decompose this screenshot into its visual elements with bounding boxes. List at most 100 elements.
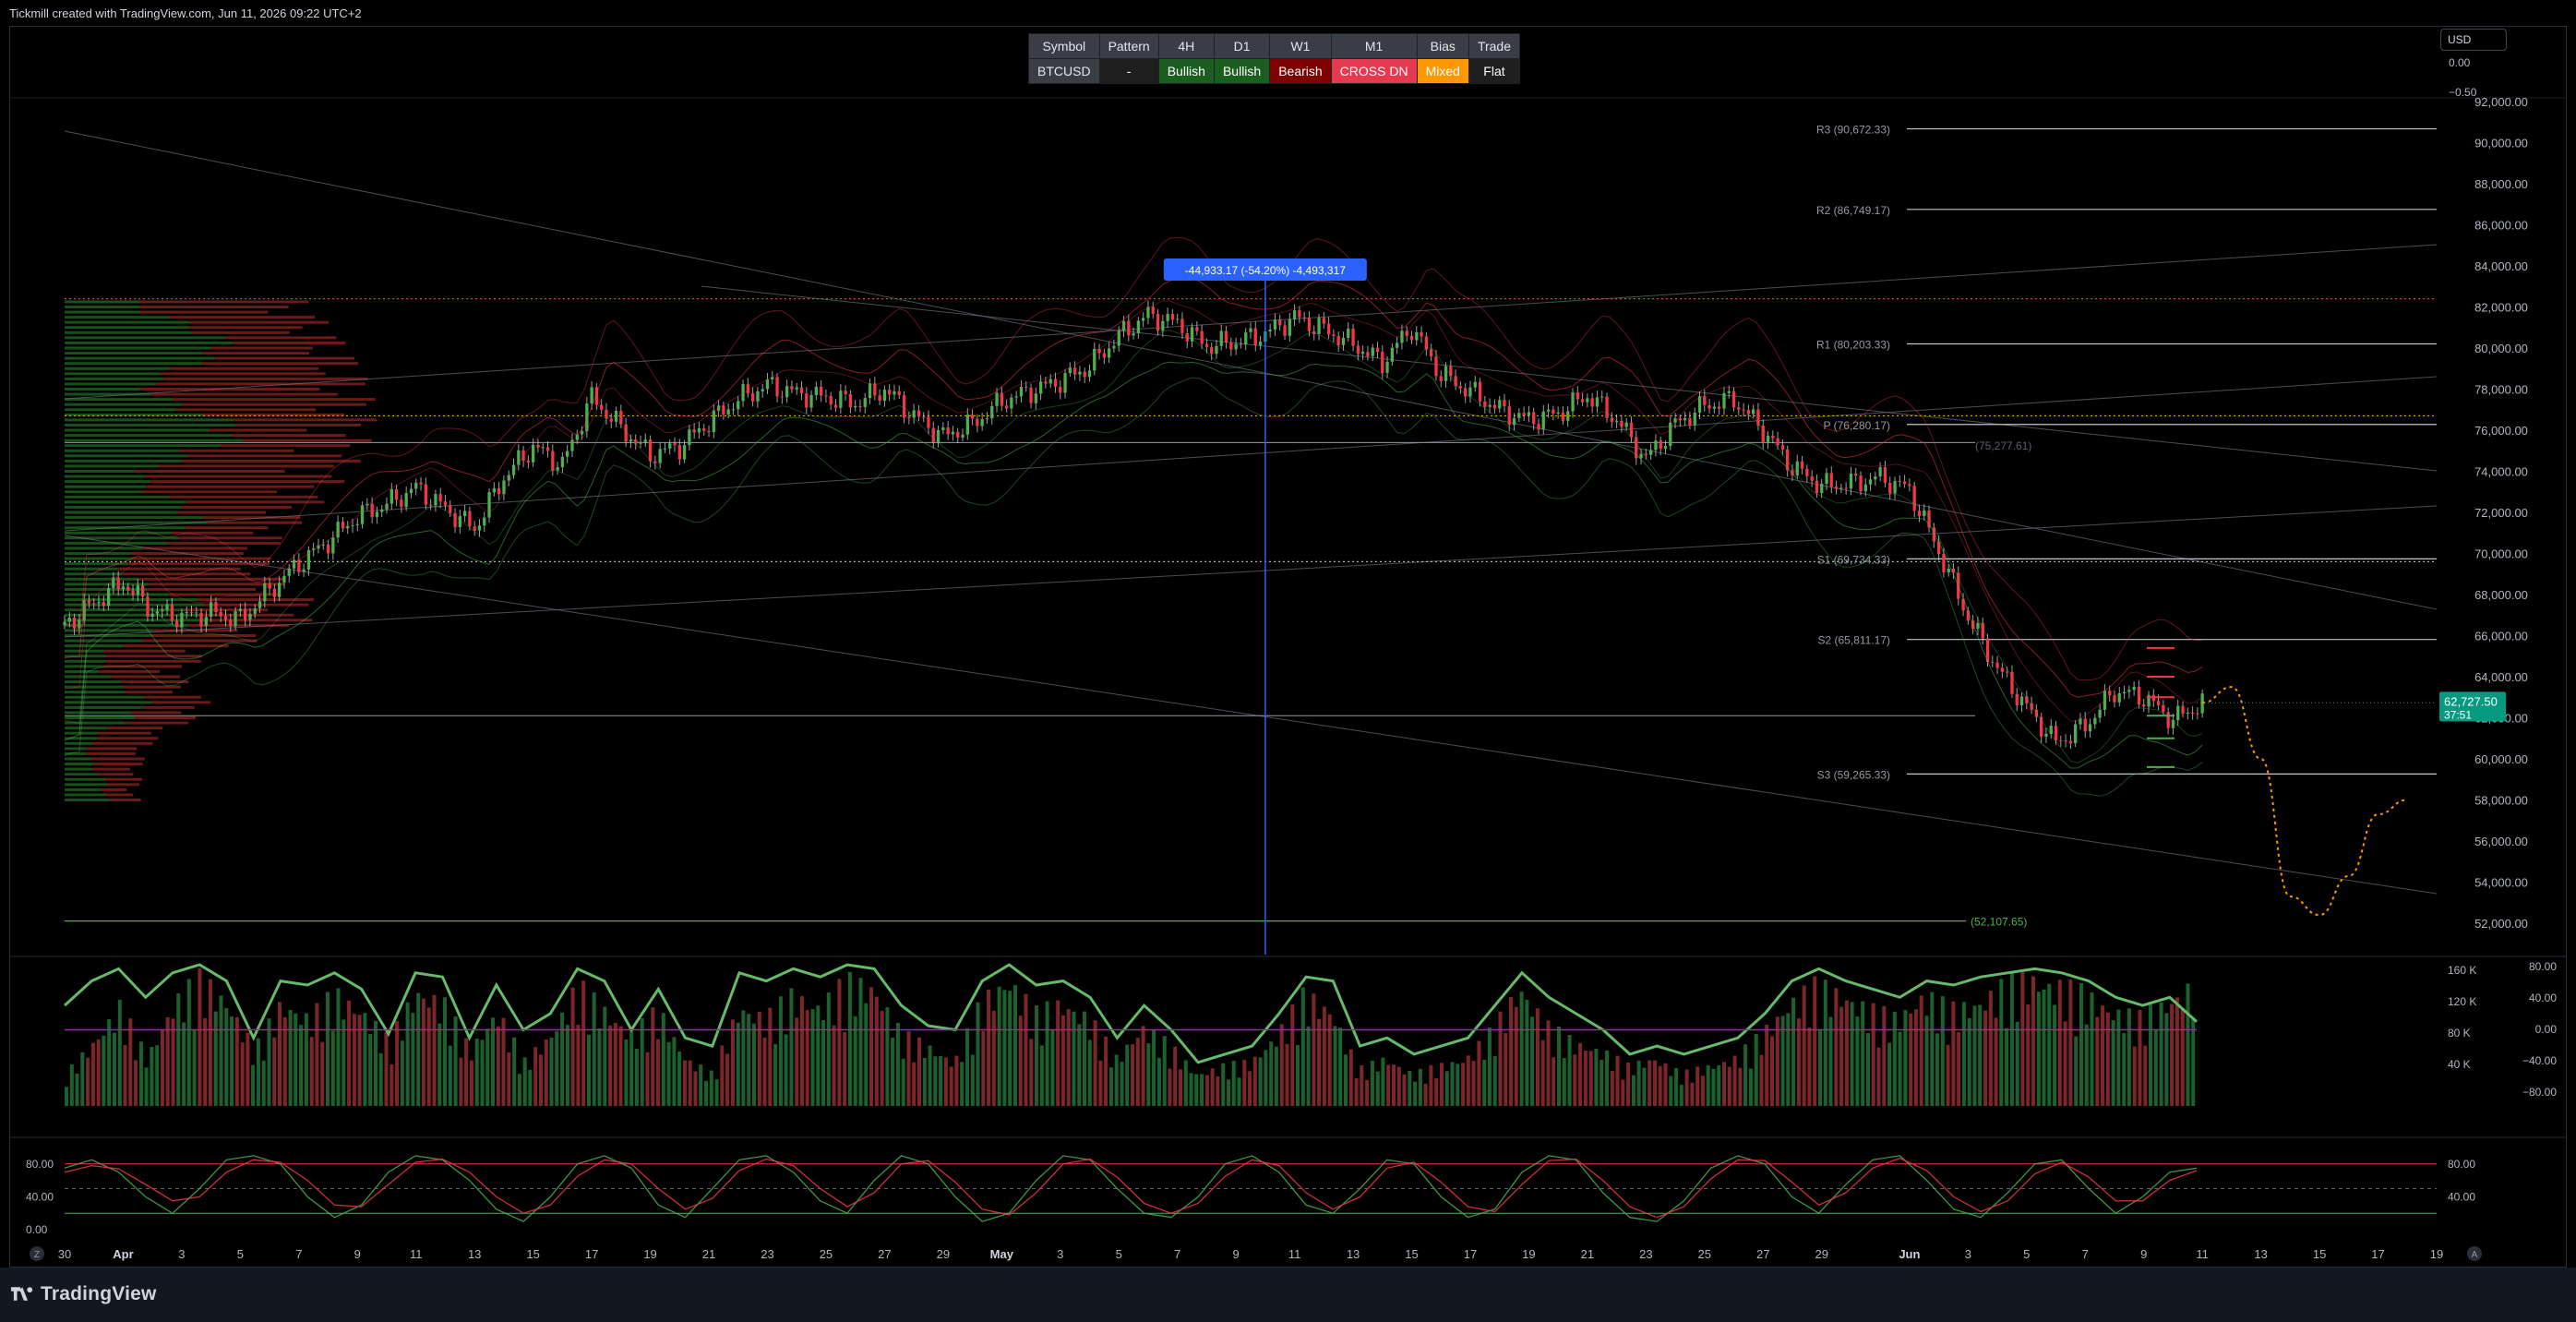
volume-bar	[1722, 1062, 1726, 1106]
volume-bar	[155, 1045, 160, 1106]
volume-bar	[810, 1009, 815, 1106]
candle-bearish	[1053, 379, 1058, 387]
volume-bar	[597, 1028, 602, 1106]
volume-bar	[816, 1005, 821, 1106]
price-axis-label: 82,000.00	[2474, 301, 2528, 315]
volume-bar	[789, 988, 794, 1106]
volume-bar	[1296, 1045, 1300, 1106]
candle-bearish	[956, 431, 960, 438]
brand-name: TradingView	[41, 1283, 157, 1304]
candle-bullish	[492, 487, 496, 493]
oscillator-axis-label: −80.00	[2522, 1086, 2557, 1099]
volume-bar	[1269, 1041, 1274, 1106]
candle-bearish	[799, 387, 804, 394]
volume-profile-bar-sell	[138, 306, 289, 308]
candle-bearish	[1737, 407, 1741, 410]
volume-profile-bar-buy	[65, 362, 202, 366]
candle-bearish	[1829, 473, 1833, 487]
candle-bullish	[385, 503, 389, 510]
volume-profile-bar-buy	[65, 356, 215, 360]
candle-bearish	[1253, 328, 1257, 345]
volume-bar	[1035, 1005, 1038, 1106]
volume-profile-bar-sell	[111, 675, 180, 679]
volume-bar	[1631, 1075, 1635, 1106]
volume-bar	[1312, 993, 1316, 1106]
time-axis-label: 19	[2430, 1247, 2443, 1261]
volume-profile-bar-buy	[65, 649, 103, 653]
volume-bar	[1946, 1044, 1950, 1106]
candle-bearish	[141, 585, 145, 597]
volume-profile-bar-sell	[90, 757, 145, 761]
candle-bullish	[1014, 396, 1018, 398]
candle-bullish	[639, 441, 642, 444]
candle-bearish	[1580, 399, 1585, 403]
candle-bearish	[922, 416, 926, 418]
candle-bullish	[697, 427, 701, 433]
candle-bearish	[970, 415, 975, 419]
volume-bar	[906, 1031, 911, 1106]
candle-bullish	[121, 586, 126, 590]
volume-bar	[198, 967, 202, 1106]
candle-bullish	[1649, 450, 1653, 455]
volume-bar	[1104, 1037, 1108, 1106]
volume-bar	[2079, 983, 2083, 1106]
candle-bearish	[605, 409, 608, 419]
envelope-band	[64, 236, 2203, 681]
volume-profile-bar-sell	[134, 470, 285, 473]
volume-profile-bar-buy	[65, 577, 139, 581]
volume-bar	[1674, 1068, 1679, 1106]
volume-profile-bar-buy	[65, 695, 145, 699]
volume-profile-bar-sell	[97, 773, 134, 776]
candle-bullish	[1112, 345, 1116, 349]
volume-bar	[1818, 1028, 1822, 1106]
volume-profile-bar-buy	[65, 454, 188, 458]
volume-bar	[1221, 1063, 1226, 1106]
candle-bullish	[570, 439, 574, 451]
volume-bar	[970, 1054, 975, 1106]
signal-header-pattern: Pattern	[1098, 33, 1159, 59]
volume-bar	[1786, 1013, 1791, 1106]
volume-bar	[1227, 1079, 1230, 1106]
measure-tooltip-text: -44,933.17 (-54.20%) -4,493,317	[1185, 264, 1346, 277]
candle-bearish	[1200, 330, 1204, 344]
chart-canvas[interactable]: 52,000.00 54,000.00 56,000.00 58,000.00 60,0…	[0, 0, 2576, 1268]
candle-bearish	[1430, 349, 1433, 357]
volume-profile-bar-buy	[65, 346, 211, 350]
candle-bullish	[1624, 422, 1628, 427]
trendline-lower-descending	[64, 535, 2438, 895]
candle-bullish	[731, 409, 736, 411]
time-axis-label: 30	[58, 1247, 71, 1261]
candle-bullish	[1654, 440, 1658, 451]
volume-bar	[1813, 976, 1817, 1106]
volume-bar	[725, 1053, 730, 1106]
volume-profile-bar-buy	[65, 505, 182, 509]
volume-bar	[2105, 1012, 2110, 1106]
volume-bar	[1461, 1063, 1466, 1106]
candle-bullish	[2088, 724, 2092, 732]
level-label: S1 (69,734.33)	[1817, 553, 1890, 566]
volume-profile-bar-buy	[65, 557, 134, 560]
candle-bearish	[429, 504, 433, 506]
candle-bearish	[1810, 475, 1814, 481]
candle-bearish	[1678, 418, 1682, 421]
volume-bar	[752, 1023, 756, 1106]
volume-profile-bar-sell	[175, 408, 316, 412]
tradingview-logo[interactable]: TradingView	[11, 1283, 157, 1305]
volume-bar	[1514, 1006, 1518, 1106]
time-axis-label: May	[990, 1247, 1014, 1261]
candle-bearish	[790, 386, 794, 390]
level-label: R1 (80,203.33)	[1816, 338, 1890, 351]
volume-bar	[874, 996, 879, 1106]
volume-bar	[544, 1039, 548, 1106]
volume-bar	[533, 1047, 538, 1106]
volume-bar	[1961, 1002, 1966, 1106]
candle-bearish	[653, 461, 657, 463]
volume-bar	[1711, 1068, 1716, 1106]
price-axis-label: 74,000.00	[2474, 465, 2528, 479]
volume-bar	[576, 1024, 581, 1106]
price-axis-label: 90,000.00	[2474, 137, 2528, 150]
volume-profile-bar-sell	[135, 716, 197, 719]
volume-profile-bar-sell	[86, 751, 136, 755]
volume-bar	[144, 1067, 149, 1106]
volume-bar	[1248, 1071, 1252, 1106]
